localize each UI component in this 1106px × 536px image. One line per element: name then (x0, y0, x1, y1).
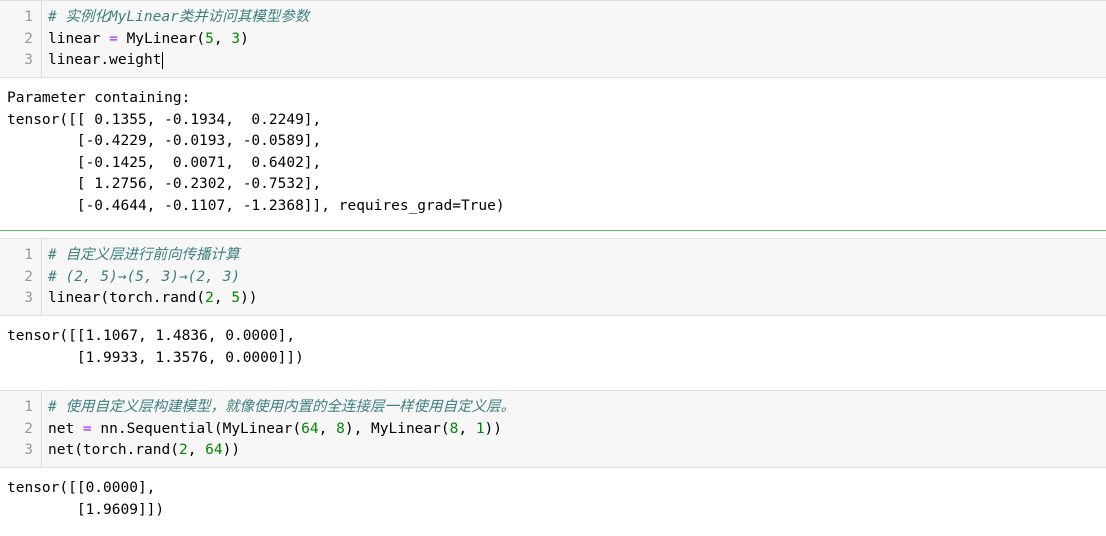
code-line[interactable]: linear = MyLinear(5, 3) (48, 29, 309, 51)
text-cursor (161, 51, 163, 69)
line-number-gutter: 1 2 3 (0, 239, 42, 315)
code-token: nn.Sequential(MyLinear( (91, 420, 302, 437)
output-line: tensor([[0.0000], (7, 480, 156, 496)
cell-output: Parameter containing: tensor([[ 0.1355, … (0, 78, 1106, 217)
output-line: [-0.4644, -0.1107, -1.2368]], requires_g… (7, 197, 505, 214)
code-comment: # 使用自定义层构建模型，就像使用内置的全连接层一样使用自定义层。 (48, 399, 515, 415)
code-line[interactable]: linear(torch.rand(2, 5)) (48, 288, 258, 310)
cell-output: tensor([[1.1067, 1.4836, 0.0000], [1.993… (0, 316, 1106, 369)
code-comment: # (2, 5)→(5, 3)→(2, 3) (48, 268, 241, 285)
line-number: 1 (24, 247, 33, 263)
code-cell-1[interactable]: 1 2 3 # 实例化MyLinear类并访问其模型参数 linear = My… (0, 0, 1106, 217)
code-token: MyLinear( (117, 30, 206, 47)
line-number: 3 (24, 442, 33, 458)
code-number: 5 (231, 290, 241, 306)
output-line: tensor([[ 0.1355, -0.1934, 0.2249], (7, 111, 322, 128)
output-line: Parameter containing: (7, 90, 191, 106)
output-line: [-0.1425, 0.0071, 0.6402], (7, 154, 322, 171)
code-token: )) (484, 420, 503, 437)
code-number: 8 (336, 420, 345, 437)
line-number-gutter: 1 2 3 (0, 1, 42, 77)
line-number: 2 (24, 268, 33, 285)
code-number: 64 (301, 420, 319, 437)
code-number: 1 (475, 420, 485, 437)
code-token: net (48, 420, 83, 437)
line-number: 1 (24, 9, 33, 25)
code-editor[interactable]: # 使用自定义层构建模型，就像使用内置的全连接层一样使用自定义层。 net = … (42, 391, 515, 467)
code-token: , (213, 290, 232, 306)
code-line[interactable]: linear.weight (48, 50, 309, 72)
code-token: linear (48, 30, 110, 47)
code-token: , (187, 442, 206, 458)
code-line[interactable]: net = nn.Sequential(MyLinear(64, 8), MyL… (48, 419, 515, 441)
code-token: net(torch.rand( (48, 442, 179, 458)
output-line: [ 1.2756, -0.2302, -0.7532], (7, 176, 322, 192)
code-token: )) (222, 442, 241, 458)
code-token: linear.weight (48, 52, 162, 68)
output-line: [1.9933, 1.3576, 0.0000]]) (7, 349, 304, 366)
cell-divider (0, 230, 1106, 231)
code-operator: = (82, 420, 92, 437)
line-number: 2 (24, 30, 33, 47)
cell-input[interactable]: 1 2 3 # 实例化MyLinear类并访问其模型参数 linear = My… (0, 0, 1106, 78)
code-token: , (458, 420, 476, 437)
code-number: 5 (205, 30, 214, 47)
output-line: [-0.4229, -0.0193, -0.0589], (7, 133, 322, 149)
code-editor[interactable]: # 实例化MyLinear类并访问其模型参数 linear = MyLinear… (42, 1, 309, 77)
code-token: )) (240, 290, 258, 306)
code-operator: = (109, 30, 118, 47)
code-cell-3[interactable]: 1 2 3 # 使用自定义层构建模型，就像使用内置的全连接层一样使用自定义层。 … (0, 390, 1106, 521)
code-comment: # 自定义层进行前向传播计算 (48, 247, 240, 263)
code-line[interactable]: net(torch.rand(2, 64)) (48, 440, 515, 462)
code-line[interactable]: # (2, 5)→(5, 3)→(2, 3) (48, 267, 258, 289)
output-line: tensor([[1.1067, 1.4836, 0.0000], (7, 328, 296, 344)
code-cell-2[interactable]: 1 2 3 # 自定义层进行前向传播计算 # (2, 5)→(5, 3)→(2,… (0, 238, 1106, 369)
code-number: 64 (205, 442, 223, 458)
cell-input[interactable]: 1 2 3 # 自定义层进行前向传播计算 # (2, 5)→(5, 3)→(2,… (0, 238, 1106, 316)
code-token: ), MyLinear( (344, 420, 450, 437)
code-line[interactable]: # 自定义层进行前向传播计算 (48, 245, 258, 267)
output-line: [1.9609]]) (7, 501, 165, 518)
code-token: , (213, 30, 232, 47)
code-comment: # 实例化MyLinear类并访问其模型参数 (48, 9, 310, 25)
line-number: 3 (24, 290, 33, 306)
line-number: 1 (24, 399, 33, 415)
code-token: , (318, 420, 337, 437)
cell-input[interactable]: 1 2 3 # 使用自定义层构建模型，就像使用内置的全连接层一样使用自定义层。 … (0, 390, 1106, 468)
line-number: 2 (24, 420, 33, 437)
code-line[interactable]: # 使用自定义层构建模型，就像使用内置的全连接层一样使用自定义层。 (48, 397, 515, 419)
line-number-gutter: 1 2 3 (0, 391, 42, 467)
code-token: linear(torch.rand( (48, 290, 206, 306)
code-number: 2 (205, 290, 214, 306)
code-editor[interactable]: # 自定义层进行前向传播计算 # (2, 5)→(5, 3)→(2, 3) li… (42, 239, 258, 315)
cell-output: tensor([[0.0000], [1.9609]]) (0, 468, 1106, 521)
code-line[interactable]: # 实例化MyLinear类并访问其模型参数 (48, 7, 309, 29)
line-number: 3 (24, 52, 33, 68)
code-number: 2 (178, 442, 188, 458)
code-token: ) (240, 30, 249, 47)
code-number: 3 (231, 30, 241, 47)
